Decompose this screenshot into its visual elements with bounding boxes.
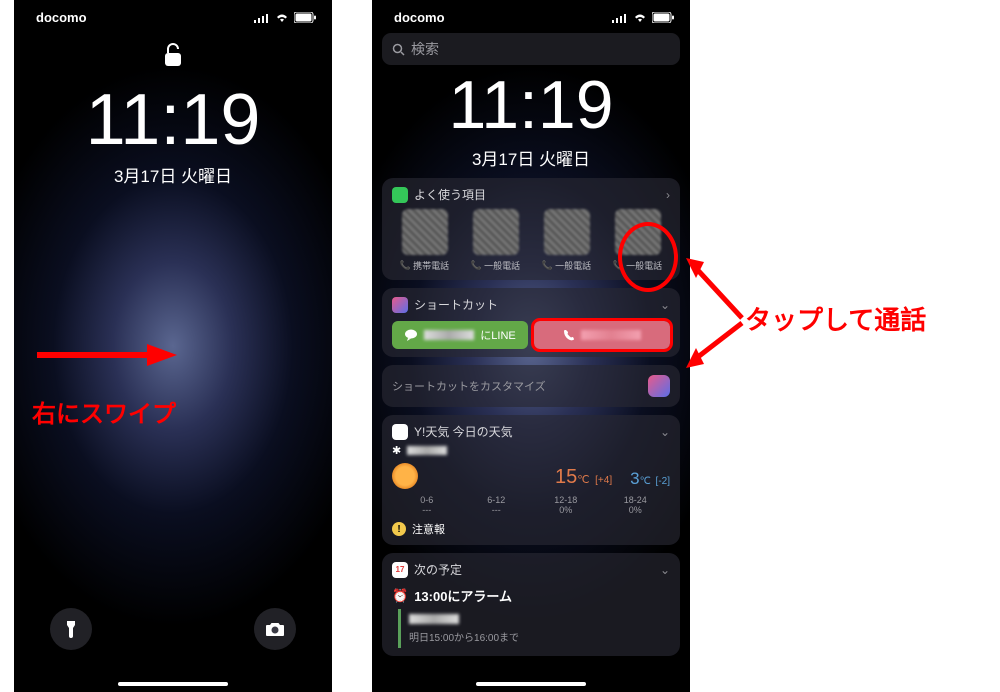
home-indicator[interactable] [476,682,586,686]
today-view-screen: docomo 検索 11:19 3月17日 火曜日 よく使う項目 › 📞携帯電話 [372,0,690,692]
favorite-contact[interactable]: 📞一般電話 [463,209,528,272]
favorite-contact[interactable]: 📞一般電話 [534,209,599,272]
favorites-title: よく使う項目 [414,186,486,203]
carrier-label: docomo [36,10,87,25]
shortcut-line-button[interactable]: にLINE [392,321,528,349]
low-temp: 3℃ [-2] [630,469,670,489]
calendar-title: 次の予定 [414,561,462,578]
clock-time: 11:19 [372,71,690,139]
battery-icon [652,12,674,23]
precip-table: 0-6--- 6-12--- 12-180% 18-240% [392,495,670,515]
contact-photo [473,209,519,255]
weather-title: Y!天気 今日の天気 [414,423,513,440]
chevron-down-icon[interactable]: ⌄ [660,298,670,312]
customize-shortcuts-row[interactable]: ショートカットをカスタマイズ [382,365,680,407]
clock-time: 11:19 [14,84,332,156]
phone-app-icon [392,187,408,203]
status-bar: docomo [14,0,332,25]
redacted-name [581,330,641,340]
weather-widget: Y!天気 今日の天気 ⌄ ✱ 15℃ [+4] 3℃ [-2] 0-6--- 6… [382,415,680,545]
annotation-tap-call-label: タップして通話 [745,300,926,337]
redacted-name [424,330,474,340]
shortcuts-widget: ショートカット ⌄ にLINE [382,288,680,357]
warning-icon: ! [392,522,406,536]
camera-button[interactable] [254,608,296,650]
search-placeholder: 検索 [411,39,439,59]
phone-icon [563,329,575,341]
status-icons [612,12,674,23]
search-icon [392,43,405,56]
contact-photo [402,209,448,255]
search-field[interactable]: 検索 [382,33,680,65]
signal-icon [254,13,270,23]
shortcuts-app-icon [392,297,408,313]
contact-photo [544,209,590,255]
chevron-down-icon[interactable]: ⌄ [660,563,670,577]
chevron-down-icon[interactable]: ⌄ [660,425,670,439]
alarm-icon: ⏰ [392,588,408,604]
home-indicator[interactable] [118,682,228,686]
contact-photo [615,209,661,255]
lock-screen: docomo 11:19 3月17日 火曜日 [14,0,332,692]
wifi-icon [633,13,647,23]
clock-date: 3月17日 火曜日 [14,162,332,187]
flashlight-icon [64,619,78,639]
lock-icon [14,41,332,74]
high-temp: 15℃ [+4] [555,466,612,489]
status-bar: docomo [372,0,690,25]
yweather-app-icon [392,424,408,440]
alarm-row: ⏰ 13:00にアラーム [392,586,670,605]
favorite-contact[interactable]: 📞携帯電話 [392,209,457,272]
clock-date: 3月17日 火曜日 [372,145,690,170]
annotation-arrow-to-favorite [682,248,752,348]
chat-icon [404,329,418,341]
chevron-right-icon[interactable]: › [666,188,670,202]
event-row[interactable]: 明日15:00から16:00まで [398,609,670,648]
favorites-widget: よく使う項目 › 📞携帯電話 📞一般電話 📞一般電話 📞一般電話 [382,178,680,280]
redacted-location [407,446,447,455]
carrier-label: docomo [394,10,445,25]
shortcuts-title: ショートカット [414,296,498,313]
signal-icon [612,13,628,23]
phone-type-icon: 📞 [542,260,553,271]
battery-icon [294,12,316,23]
shortcut-call-button[interactable] [534,321,670,349]
phone-type-icon: 📞 [400,260,411,271]
status-icons [254,12,316,23]
calendar-app-icon: 17 [392,562,408,578]
calendar-widget: 17 次の予定 ⌄ ⏰ 13:00にアラーム 明日15:00から16:00まで [382,553,680,656]
shortcuts-icon [648,375,670,397]
annotation-swipe-right-label: 右にスワイプ [32,394,176,429]
wifi-icon [275,13,289,23]
phone-type-icon: 📞 [613,260,624,271]
phone-type-icon: 📞 [471,260,482,271]
camera-icon [265,621,285,637]
annotation-arrow-to-call [682,318,752,378]
weather-advisory: ! 注意報 [392,521,670,537]
redacted-event [409,614,459,624]
favorite-contact[interactable]: 📞一般電話 [605,209,670,272]
location-icon: ✱ [392,444,401,457]
flashlight-button[interactable] [50,608,92,650]
sun-icon [392,463,418,489]
